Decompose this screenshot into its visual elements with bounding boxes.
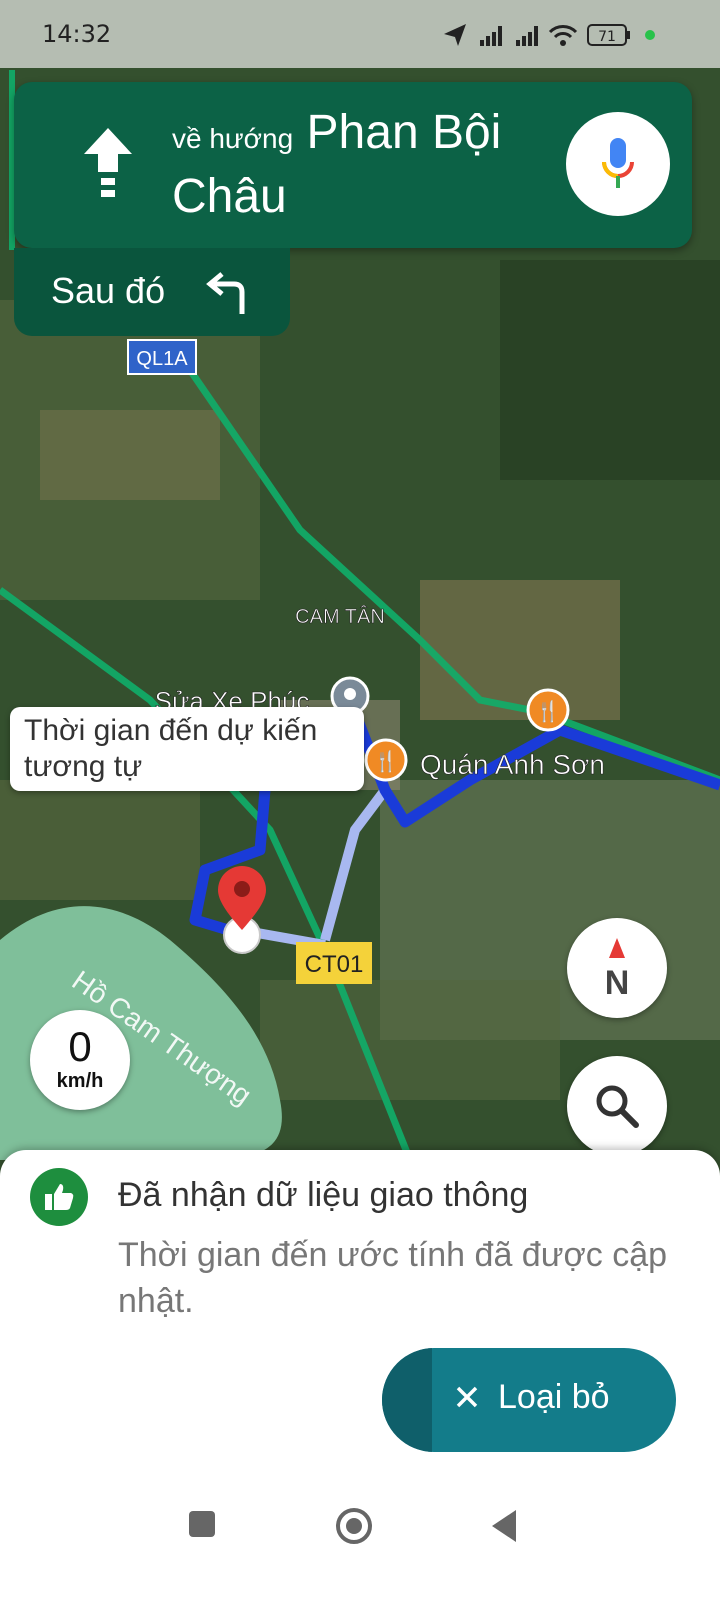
svg-text:🍴: 🍴 [536,699,561,723]
svg-text:QL1A: QL1A [136,348,188,370]
close-icon [456,1386,478,1408]
notification-body: Thời gian đến ước tính đã được cập nhật. [118,1236,668,1320]
back-icon[interactable] [488,1508,520,1544]
dismiss-progress [382,1348,432,1452]
place-label-quan-anh-son[interactable]: Quán Anh Sơn [420,749,606,781]
dismiss-button[interactable]: Loại bỏ [382,1348,676,1452]
search-icon [596,1085,639,1128]
privacy-dot-icon [645,30,655,40]
svg-text:CT01: CT01 [305,951,364,978]
restaurant-pin-icon[interactable]: 🍴 [526,688,570,732]
battery-icon: 71 [587,24,630,46]
compass-icon: N [605,938,630,1002]
thumbs-up-icon [30,1168,88,1226]
turn-left-icon [206,272,245,314]
restaurant-pin-icon[interactable]: 🍴 [364,738,408,782]
signal-icon [516,26,538,46]
road-shield-ql1a: QL1A [127,339,197,375]
direction-prefix: về hướng [172,123,294,154]
status-bar: 14:32 71 [0,0,720,68]
voice-search-button[interactable] [566,112,670,216]
system-navigation-bar [0,1480,720,1600]
microphone-icon [602,138,634,188]
speed-unit: km/h [56,1070,104,1092]
place-label-cam-tan: CAM TÂN [295,605,385,628]
compass-button[interactable]: N [567,918,667,1018]
speedometer: 0 km/h [30,1010,130,1110]
svg-text:71: 71 [598,29,616,45]
svg-text:N: N [605,964,630,1002]
search-button[interactable] [567,1056,667,1156]
home-icon[interactable] [334,1508,374,1548]
status-time: 14:32 [42,20,112,48]
turn-instruction-text: về hướng Phan Bội Châu [172,104,562,226]
status-icons: 71 [440,20,680,48]
eta-callout[interactable]: Thời gian đến dự kiến tương tự [10,707,364,791]
road-shield-ct01: CT01 [296,942,372,984]
svg-text:🍴: 🍴 [374,749,399,773]
recents-icon[interactable] [186,1508,218,1540]
dismiss-label: Loại bỏ [498,1378,610,1416]
turn-instruction-card[interactable]: về hướng Phan Bội Châu [14,82,692,248]
notification-title: Đã nhận dữ liệu giao thông [118,1176,529,1214]
then-instruction-card[interactable]: Sau đó [14,248,290,336]
location-arrow-icon [444,24,466,46]
straight-arrow-icon [84,128,132,197]
signal-icon [480,26,502,46]
then-label: Sau đó [51,270,166,311]
wifi-icon [548,25,578,46]
speed-value: 0 [68,1023,92,1070]
